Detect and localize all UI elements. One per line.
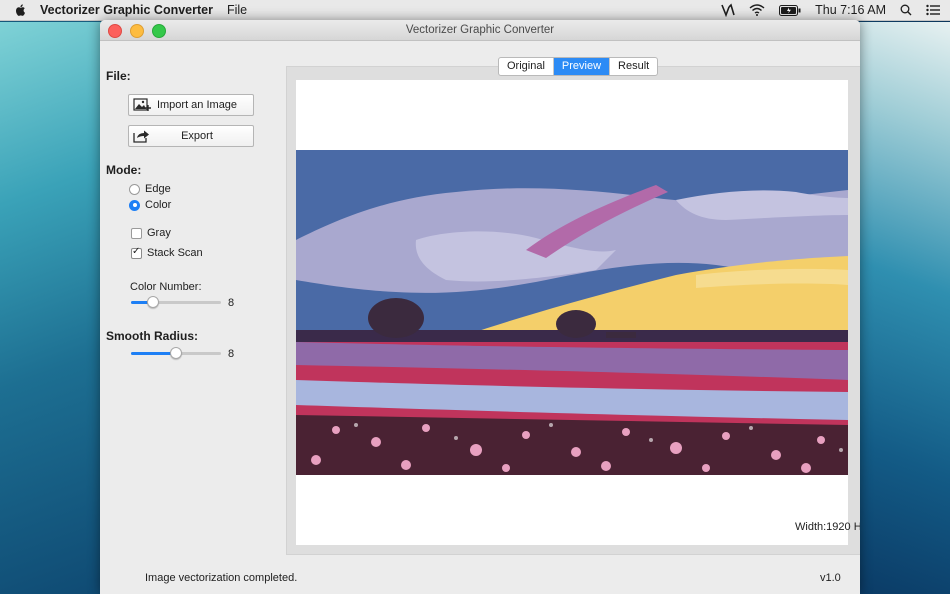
wifi-icon[interactable]	[749, 4, 765, 16]
spotlight-search-icon[interactable]	[900, 4, 912, 16]
vectorizer-menu-icon[interactable]	[721, 3, 735, 17]
export-label: Export	[181, 130, 213, 142]
close-window-button[interactable]	[108, 24, 122, 38]
radio-color-label: Color	[145, 199, 172, 211]
view-tabs: Original Preview Result	[498, 57, 659, 76]
smooth-radius-label: Smooth Radius:	[106, 329, 198, 343]
radio-edge-label: Edge	[145, 183, 171, 195]
gray-option[interactable]: Gray	[131, 227, 171, 239]
import-image-button[interactable]: Import an Image	[128, 94, 254, 116]
menu-bar: Vectorizer Graphic Converter File Thu 7:…	[0, 0, 950, 21]
mode-section-label: Mode:	[106, 163, 142, 177]
color-number-label: Color Number:	[130, 281, 202, 293]
tab-original[interactable]: Original	[499, 58, 554, 75]
control-panel: File: Import an Image Export Mode: Edge	[100, 41, 280, 581]
tab-result[interactable]: Result	[610, 58, 657, 75]
radio-edge[interactable]	[129, 183, 140, 195]
color-number-knob[interactable]	[147, 296, 159, 308]
zoom-window-button[interactable]	[152, 24, 166, 38]
menu-file[interactable]: File	[227, 3, 247, 17]
image-dimensions-text: Width:1920 H	[795, 521, 860, 533]
notification-center-icon[interactable]	[926, 4, 940, 16]
mode-option-edge[interactable]: Edge	[129, 183, 171, 195]
stack-scan-option[interactable]: Stack Scan	[131, 246, 203, 259]
color-number-slider[interactable]	[131, 296, 221, 308]
smooth-radius-slider[interactable]	[131, 347, 221, 359]
stack-scan-label: Stack Scan	[147, 247, 203, 259]
menu-clock[interactable]: Thu 7:16 AM	[815, 3, 886, 17]
window-controls	[108, 24, 166, 38]
smooth-radius-knob[interactable]	[170, 347, 182, 359]
preview-canvas[interactable]	[296, 80, 848, 545]
status-message: Image vectorization completed.	[145, 572, 298, 584]
stack-scan-checkbox[interactable]	[131, 246, 142, 259]
color-number-value: 8	[228, 297, 235, 309]
version-label: v1.0	[820, 572, 841, 584]
desktop-wallpaper-left	[0, 22, 110, 594]
window-title: Vectorizer Graphic Converter	[405, 24, 555, 36]
gray-label: Gray	[147, 227, 171, 239]
mode-option-color[interactable]: Color	[129, 199, 171, 211]
smooth-radius-value: 8	[228, 348, 235, 360]
export-icon	[133, 130, 149, 143]
title-bar[interactable]: Vectorizer Graphic Converter	[100, 20, 860, 41]
menu-app-name[interactable]: Vectorizer Graphic Converter	[40, 3, 213, 17]
vectorized-image	[296, 80, 848, 545]
status-menu-area: Thu 7:16 AM	[721, 3, 940, 17]
import-image-label: Import an Image	[156, 99, 238, 111]
apple-icon[interactable]	[14, 3, 28, 17]
tab-preview[interactable]: Preview	[553, 58, 611, 75]
desktop-wallpaper-right	[855, 22, 950, 594]
export-button[interactable]: Export	[128, 125, 254, 147]
import-image-icon	[133, 98, 151, 111]
app-window: Vectorizer Graphic Converter File: Impor…	[100, 20, 860, 594]
minimize-window-button[interactable]	[130, 24, 144, 38]
battery-icon[interactable]	[779, 4, 801, 16]
gray-checkbox[interactable]	[131, 227, 142, 239]
radio-color[interactable]	[129, 199, 140, 211]
file-section-label: File:	[106, 69, 131, 83]
